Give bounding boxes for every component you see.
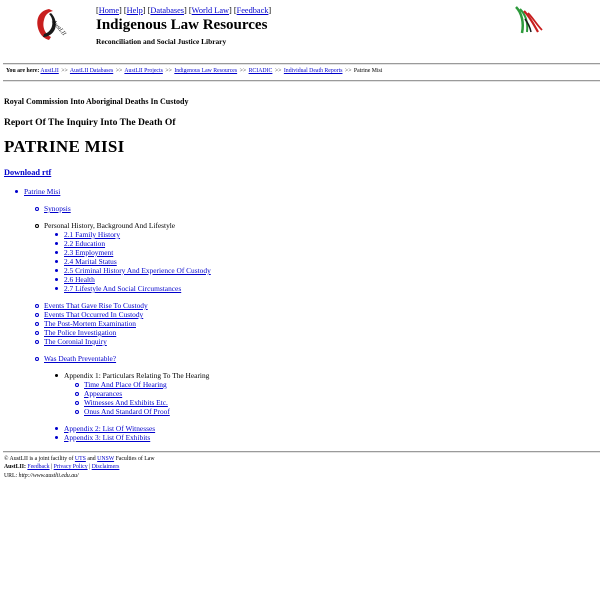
footer-feedback-link[interactable]: Feedback [27, 464, 49, 470]
toc-family-history-link[interactable]: 2.1 Family History [54, 230, 120, 239]
reconciliation-logo-icon [515, 6, 543, 34]
nav-help-link[interactable]: Help [127, 6, 143, 15]
breadcrumb-databases-link[interactable]: AustLII Databases [70, 68, 113, 74]
footer-url: URL: http://www.austlii.edu.au/ [4, 472, 79, 479]
footer-copyright: © AustLII is a joint facility of UTS and… [4, 456, 155, 462]
toc-witnesses-exhibits-link[interactable]: Witnesses And Exhibits Etc. [75, 398, 168, 407]
breadcrumb-label: You are here: [6, 68, 40, 74]
toc-employment-link[interactable]: 2.3 Employment [54, 248, 113, 257]
breadcrumb-separator: >> [239, 68, 247, 74]
breadcrumb-rciadic-link[interactable]: RCIADIC [249, 68, 273, 74]
toc-appendix-2-link[interactable]: Appendix 2: List Of Witnesses [54, 424, 155, 433]
commission-heading: Royal Commission Into Aboriginal Deaths … [4, 97, 189, 106]
breadcrumb-indigenous-link[interactable]: Indigenous Law Resources [174, 68, 237, 74]
nav-home-link[interactable]: Home [99, 6, 119, 15]
toc-marital-status-link[interactable]: 2.4 Marital Status [55, 257, 117, 266]
breadcrumb-death-reports-link[interactable]: Individual Death Reports [284, 68, 343, 74]
toc-lifestyle-link[interactable]: 2.7 Lifestyle And Social Circumstances [54, 284, 181, 293]
footer-unsw-link[interactable]: UNSW [97, 456, 114, 462]
toc-appendix-3-link[interactable]: Appendix 3: List Of Exhibits [54, 433, 150, 442]
footer: © AustLII is a joint facility of UTS and… [4, 455, 155, 480]
toc-synopsis-link[interactable]: Synopsis [35, 204, 71, 213]
site-subtitle: Reconciliation and Social Justice Librar… [96, 37, 227, 46]
toc-education-link[interactable]: 2.2 Education [54, 239, 105, 248]
top-navigation: [Home] [Help] [Databases] [World Law] [F… [96, 6, 272, 15]
toc-preventable-link[interactable]: Was Death Preventable? [34, 354, 116, 363]
site-title: Indigenous Law Resources [96, 17, 268, 33]
toc-appendix-1: Appendix 1: Particulars Relating To The … [54, 371, 210, 380]
divider [3, 451, 600, 453]
divider [3, 80, 600, 82]
toc-police-investigation-link[interactable]: The Police Investigation [34, 328, 116, 337]
toc-events-in-custody-link[interactable]: Events That Occurred In Custody [34, 310, 143, 319]
footer-disclaimers-link[interactable]: Disclaimers [92, 464, 120, 470]
toc-time-place-link[interactable]: Time And Place Of Hearing [75, 380, 167, 389]
footer-url-value: http://www.austlii.edu.au/ [18, 472, 79, 479]
divider [3, 63, 600, 65]
toc-coronial-inquiry-link[interactable]: The Coronial Inquiry [35, 337, 107, 346]
breadcrumb-separator: >> [344, 68, 352, 74]
toc-root-link[interactable]: Patrine Misi [14, 187, 60, 196]
toc-post-mortem-link[interactable]: The Post-Mortem Examination [35, 319, 136, 328]
toc-personal-history: Personal History, Background And Lifesty… [34, 221, 176, 230]
nav-world-law-link[interactable]: World Law [192, 6, 229, 15]
toc-health-link[interactable]: 2.6 Health [55, 275, 95, 284]
austlii-logo-icon[interactable]: AustLII [33, 7, 67, 41]
breadcrumb-separator: >> [165, 68, 172, 74]
footer-uts-link[interactable]: UTS [75, 456, 86, 462]
footer-privacy-link[interactable]: Privacy Policy [54, 464, 88, 470]
footer-links: AustLII: Feedback | Privacy Policy | Dis… [4, 464, 120, 471]
breadcrumb: You are here: AustLII >> AustLII Databas… [6, 68, 382, 74]
download-rtf-link[interactable]: Download rtf [4, 168, 51, 177]
toc-appearances-link[interactable]: Appearances [74, 389, 122, 398]
person-name-heading: PATRINE MISI [4, 137, 125, 156]
toc-criminal-history-link[interactable]: 2.5 Criminal History And Experience Of C… [55, 266, 211, 275]
breadcrumb-separator: >> [274, 68, 282, 74]
report-title: Report Of The Inquiry Into The Death Of [4, 117, 176, 128]
nav-feedback-link[interactable]: Feedback [237, 6, 269, 15]
breadcrumb-separator: >> [61, 68, 68, 74]
breadcrumb-austlii-link[interactable]: AustLII [40, 68, 58, 74]
breadcrumb-separator: >> [115, 68, 123, 74]
toc-onus-proof-link[interactable]: Onus And Standard Of Proof [75, 407, 170, 416]
breadcrumb-projects-link[interactable]: AustLII Projects [124, 68, 162, 74]
toc-events-custody-link[interactable]: Events That Gave Rise To Custody [35, 301, 148, 310]
breadcrumb-current: Patrine Misi [353, 68, 383, 74]
nav-databases-link[interactable]: Databases [150, 6, 184, 15]
